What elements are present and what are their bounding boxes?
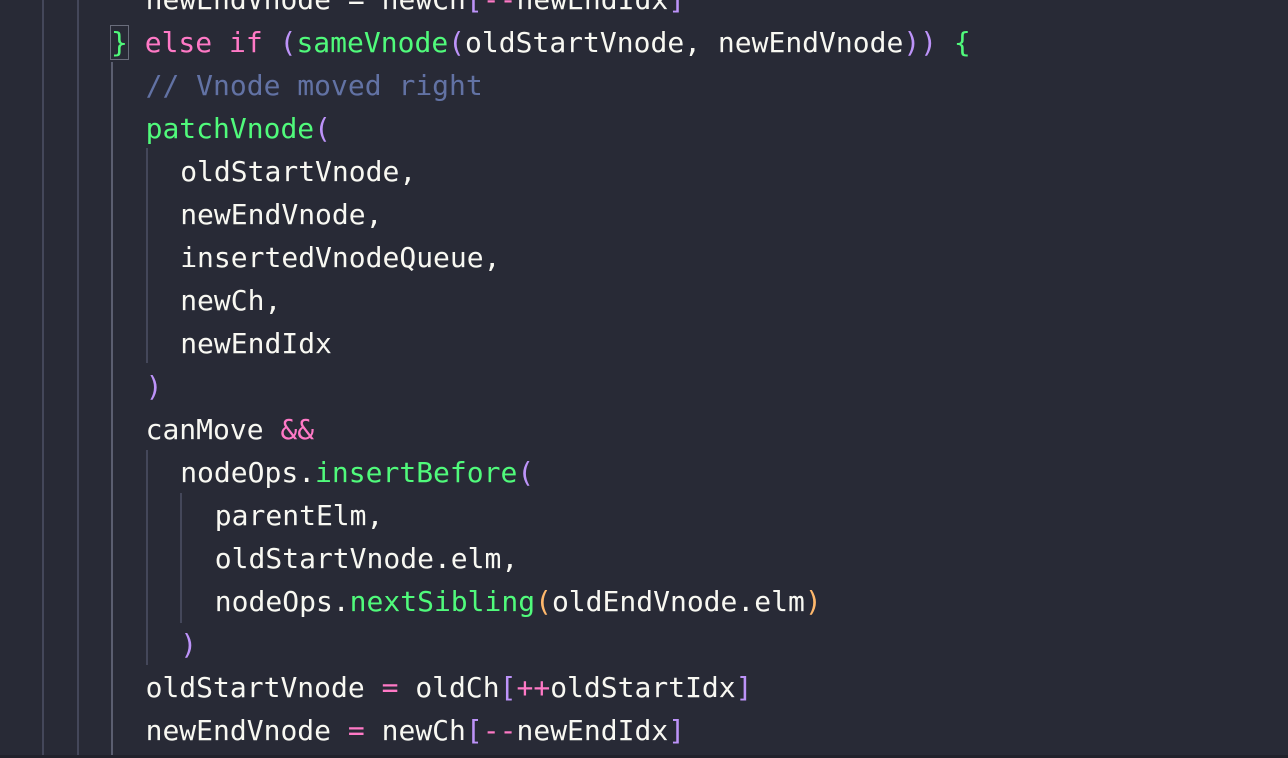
indent-guide — [77, 0, 79, 758]
code-token: ++ — [516, 671, 551, 704]
code-token: = — [347, 714, 365, 747]
code-line[interactable]: newCh, — [180, 279, 281, 322]
code-token: // Vnode moved right — [145, 69, 483, 102]
code-line[interactable]: } else if (sameVnode(oldStartVnode, newE… — [110, 21, 971, 64]
code-token: newCh — [364, 714, 466, 747]
code-line[interactable]: oldStartVnode.elm, — [215, 537, 518, 580]
code-line[interactable]: newEndVnode = newCh[--newEndIdx] — [146, 0, 685, 21]
code-token: nodeOps. — [180, 456, 316, 489]
code-line[interactable]: oldStartVnode = oldCh[++oldStartIdx] — [146, 666, 753, 709]
code-token: canMove — [145, 413, 281, 446]
code-token: sameVnode — [296, 26, 449, 59]
code-line[interactable]: newEndVnode = newCh[--newEndIdx] — [146, 709, 685, 752]
code-line[interactable]: ) — [146, 365, 163, 408]
code-line[interactable]: parentElm, — [215, 494, 384, 537]
code-token: oldCh — [398, 671, 500, 704]
code-token: -- — [483, 0, 517, 16]
code-token: ) — [804, 585, 822, 618]
code-line[interactable]: newEndVnode, — [180, 193, 382, 236]
code-token: ( — [517, 456, 535, 489]
code-token: )) — [903, 26, 938, 59]
indent-guide — [146, 450, 148, 665]
code-token: oldStartVnode, — [180, 155, 417, 188]
code-line[interactable]: canMove && — [146, 408, 315, 451]
indent-guide — [146, 148, 148, 363]
code-token: patchVnode — [145, 112, 315, 145]
code-token: [ — [465, 714, 483, 747]
code-token: ] — [668, 714, 686, 747]
indent-guide — [180, 493, 182, 623]
code-token: oldStartIdx — [550, 671, 736, 704]
matched-bracket: } — [110, 25, 129, 60]
code-line[interactable]: nodeOps.insertBefore( — [180, 451, 534, 494]
code-token: -- — [482, 714, 517, 747]
code-token: parentElm, — [214, 499, 384, 532]
code-line[interactable]: newEndIdx — [180, 322, 332, 365]
code-token: oldStartVnode, newEndVnode — [465, 26, 904, 59]
code-token: ) — [145, 370, 163, 403]
code-token: newEndIdx — [516, 0, 668, 16]
code-token: ( — [535, 585, 552, 618]
code-token: newEndIdx — [180, 327, 332, 360]
code-token: insertBefore — [315, 456, 518, 489]
code-token: newEndIdx — [516, 714, 669, 747]
code-token: ( — [314, 112, 332, 145]
code-token: oldStartVnode.elm, — [214, 542, 519, 575]
indent-guide — [42, 0, 44, 758]
code-token: newEndVnode = newCh — [146, 0, 466, 16]
code-token: ( — [279, 26, 297, 59]
code-token: else — [144, 26, 213, 59]
code-line[interactable]: ) — [180, 623, 197, 666]
code-token: ] — [668, 0, 685, 16]
code-token: && — [280, 413, 315, 446]
code-token: [ — [466, 0, 483, 16]
code-line[interactable]: patchVnode( — [146, 107, 331, 150]
code-line[interactable]: insertedVnodeQueue, — [180, 236, 500, 279]
code-token: ) — [180, 628, 198, 661]
code-token: newEndVnode — [145, 714, 348, 747]
code-token: [ — [499, 671, 517, 704]
indent-guide — [111, 62, 113, 758]
code-token: newCh, — [180, 284, 282, 317]
code-token: oldStartVnode — [145, 671, 382, 704]
code-token: if — [229, 26, 263, 59]
code-token: oldEndVnode.elm — [551, 585, 805, 618]
code-token: = — [381, 671, 399, 704]
code-token: newEndVnode, — [180, 198, 383, 231]
code-token: ( — [448, 26, 466, 59]
code-token: ] — [735, 671, 753, 704]
code-token: insertedVnodeQueue, — [180, 241, 501, 274]
code-token: nodeOps. — [214, 585, 350, 618]
code-line[interactable]: oldStartVnode, — [180, 150, 416, 193]
code-token: { — [953, 26, 971, 59]
code-line[interactable]: nodeOps.nextSibling(oldEndVnode.elm) — [215, 580, 822, 623]
code-token: nextSibling — [349, 585, 536, 618]
code-editor[interactable]: newEndVnode = newCh[--newEndIdx]} else i… — [0, 0, 1288, 758]
code-line[interactable]: // Vnode moved right — [146, 64, 483, 107]
